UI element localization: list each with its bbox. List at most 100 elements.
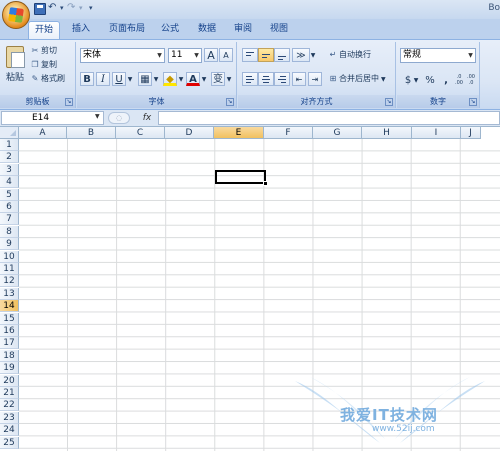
row-header-19[interactable]: 19 (0, 362, 19, 375)
cut-button[interactable]: ✂ 剪切 (30, 45, 57, 57)
phonetic-dropdown-icon[interactable]: ▼ (225, 72, 233, 86)
column-header-b[interactable]: B (67, 127, 116, 139)
row-header-1[interactable]: 1 (0, 139, 19, 151)
fill-handle[interactable] (263, 181, 268, 186)
format-painter-button[interactable]: ✎ 格式刷 (30, 73, 65, 85)
row-header-11[interactable]: 11 (0, 263, 19, 275)
percent-button[interactable]: % (423, 73, 437, 87)
name-box-dropdown-icon[interactable]: ▼ (95, 113, 100, 120)
customize-qat-icon[interactable]: ▾ (89, 4, 93, 18)
decrease-decimal-button[interactable]: .00 .0 (465, 73, 477, 87)
tab-page-layout[interactable]: 页面布局 (103, 21, 151, 39)
column-header-e[interactable]: E (214, 127, 264, 139)
underline-button[interactable]: U (112, 72, 126, 86)
merge-dropdown-icon[interactable]: ▼ (381, 76, 386, 83)
formula-input[interactable] (158, 111, 500, 125)
chevron-down-icon[interactable]: ▼ (192, 49, 201, 62)
decrease-indent-button[interactable]: ⇤ (292, 72, 306, 86)
column-header-i[interactable]: I (412, 127, 461, 139)
undo-dropdown-icon[interactable]: ▾ (60, 4, 64, 18)
row-header-5[interactable]: 5 (0, 188, 19, 201)
row-header-20[interactable]: 20 (0, 374, 19, 387)
save-icon[interactable] (34, 3, 46, 15)
active-cell[interactable] (215, 170, 266, 184)
column-header-f[interactable]: F (264, 127, 313, 139)
align-left-button[interactable] (242, 72, 258, 86)
row-header-15[interactable]: 15 (0, 312, 19, 325)
row-header-22[interactable]: 22 (0, 399, 19, 412)
font-size-combo[interactable]: 11 ▼ (168, 48, 202, 63)
column-header-d[interactable]: D (165, 127, 214, 139)
number-launcher-icon[interactable]: ↘ (469, 98, 477, 106)
wrap-text-button[interactable]: ↵ 自动换行 (328, 49, 371, 61)
border-button[interactable]: ▦ (138, 72, 152, 86)
tab-view[interactable]: 视图 (264, 21, 294, 39)
row-header-14[interactable]: 14 (0, 300, 19, 313)
column-header-j[interactable]: J (461, 127, 481, 139)
font-name-combo[interactable]: 宋体 ▼ (80, 48, 165, 63)
chevron-down-icon[interactable]: ▼ (155, 49, 164, 62)
font-color-button[interactable]: A (186, 72, 200, 86)
office-button[interactable] (2, 1, 30, 29)
column-header-h[interactable]: H (362, 127, 412, 139)
merge-center-button[interactable]: ⊞ 合并后居中 ▼ (328, 73, 386, 85)
row-header-12[interactable]: 12 (0, 275, 19, 288)
comma-button[interactable]: , (439, 73, 453, 87)
tab-home[interactable]: 开始 (28, 21, 61, 39)
row-header-8[interactable]: 8 (0, 225, 19, 238)
column-header-a[interactable]: A (19, 127, 67, 139)
row-header-6[interactable]: 6 (0, 201, 19, 213)
tab-review[interactable]: 审阅 (228, 21, 258, 39)
formula-cancel-icon[interactable]: ◌ (108, 112, 130, 124)
italic-button[interactable]: I (96, 72, 110, 86)
chevron-down-icon[interactable]: ▼ (466, 49, 475, 62)
fill-color-button[interactable]: ◆ (163, 72, 177, 86)
tab-formulas[interactable]: 公式 (155, 21, 185, 39)
align-middle-button[interactable] (258, 48, 274, 62)
fill-dropdown-icon[interactable]: ▼ (177, 72, 185, 86)
select-all-corner[interactable] (0, 127, 19, 139)
paste-button[interactable]: 粘贴 (6, 70, 24, 83)
name-box[interactable]: E14 (1, 111, 104, 125)
column-header-c[interactable]: C (116, 127, 165, 139)
orientation-dropdown-icon[interactable]: ▼ (309, 48, 317, 62)
row-header-13[interactable]: 13 (0, 287, 19, 300)
row-header-23[interactable]: 23 (0, 411, 19, 424)
row-header-24[interactable]: 24 (0, 424, 19, 437)
font-color-dropdown-icon[interactable]: ▼ (200, 72, 208, 86)
row-header-9[interactable]: 9 (0, 238, 19, 251)
row-header-25[interactable]: 25 (0, 436, 19, 449)
row-header-21[interactable]: 21 (0, 387, 19, 399)
align-top-button[interactable] (242, 48, 258, 62)
copy-button[interactable]: ❐ 复制 (30, 59, 57, 71)
redo-icon[interactable]: ↷ (67, 2, 75, 16)
alignment-launcher-icon[interactable]: ↘ (385, 98, 393, 106)
grow-font-button[interactable]: A (204, 48, 218, 62)
row-header-18[interactable]: 18 (0, 349, 19, 362)
orientation-button[interactable]: ≫ (292, 48, 310, 62)
row-header-2[interactable]: 2 (0, 151, 19, 164)
row-header-4[interactable]: 4 (0, 176, 19, 189)
shrink-font-button[interactable]: A (219, 48, 233, 62)
column-header-g[interactable]: G (313, 127, 362, 139)
row-header-16[interactable]: 16 (0, 325, 19, 337)
font-launcher-icon[interactable]: ↘ (226, 98, 234, 106)
tab-data[interactable]: 数据 (192, 21, 222, 39)
increase-indent-button[interactable]: ⇥ (308, 72, 322, 86)
row-header-7[interactable]: 7 (0, 213, 19, 226)
currency-dropdown-icon[interactable]: ▼ (412, 73, 420, 87)
number-format-combo[interactable]: 常规 ▼ (400, 48, 476, 63)
undo-icon[interactable]: ↶ (48, 2, 56, 16)
align-center-button[interactable] (258, 72, 274, 86)
align-bottom-button[interactable] (274, 48, 290, 62)
clipboard-launcher-icon[interactable]: ↘ (65, 98, 73, 106)
insert-function-button[interactable]: fx (140, 111, 154, 125)
tab-insert[interactable]: 插入 (66, 21, 96, 39)
row-header-17[interactable]: 17 (0, 337, 19, 350)
align-right-button[interactable] (274, 72, 290, 86)
underline-dropdown-icon[interactable]: ▼ (126, 72, 134, 86)
phonetic-button[interactable]: 变 (211, 72, 225, 86)
paste-icon[interactable] (6, 46, 25, 68)
row-header-10[interactable]: 10 (0, 250, 19, 263)
bold-button[interactable]: B (80, 72, 94, 86)
